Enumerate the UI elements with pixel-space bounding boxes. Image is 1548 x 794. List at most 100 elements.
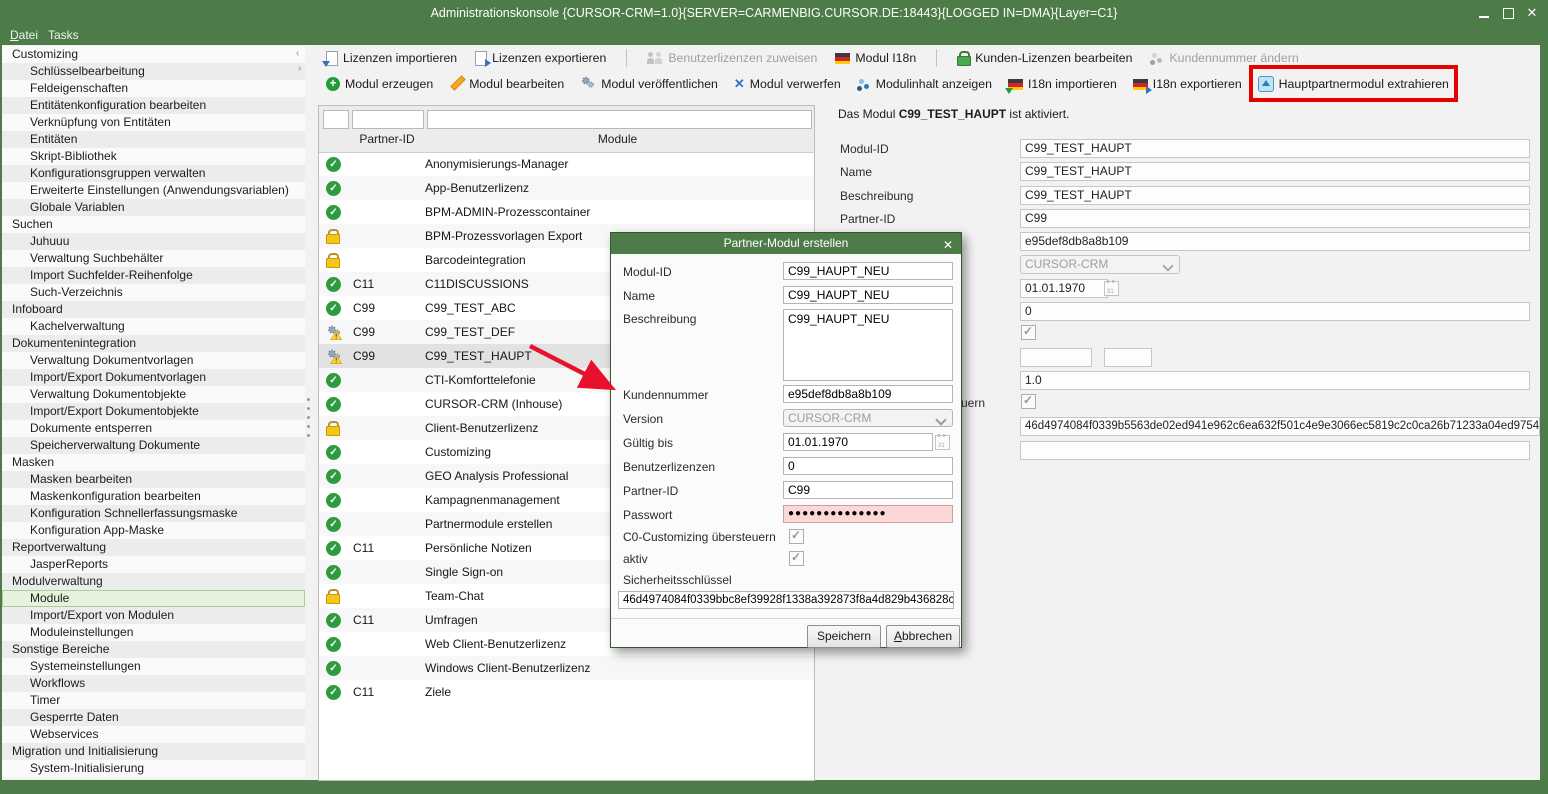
table-row[interactable]: Anonymisierungs-Manager <box>319 152 814 176</box>
filter-input-status[interactable] <box>323 110 349 129</box>
toolbar-modulinhalt-anzeigen[interactable]: Modulinhalt anzeigen <box>857 77 992 91</box>
sidebar-item-workflows[interactable]: Workflows <box>2 675 305 692</box>
field-gueltig-bis[interactable]: 01.01.1970 <box>1020 279 1108 298</box>
sidebar-item-importexport-module[interactable]: Import/Export von Modulen <box>2 607 305 624</box>
checkbox-checked-icon[interactable] <box>1021 325 1036 340</box>
field-modul-id[interactable]: C99_TEST_HAUPT <box>1020 139 1530 158</box>
checkbox-checked-icon[interactable] <box>1021 394 1036 409</box>
menu-datei[interactable]: Datei <box>6 26 42 45</box>
field-empty[interactable] <box>1020 441 1530 460</box>
field-beschreibung[interactable]: C99_TEST_HAUPT <box>1020 186 1530 205</box>
sidebar-item-moduleinstellungen[interactable]: Moduleinstellungen <box>2 624 305 641</box>
field-partner-id[interactable]: C99 <box>1020 209 1530 228</box>
sidebar-item-konfiguration-app-maske[interactable]: Konfiguration App-Maske <box>2 522 305 539</box>
splitter-handle[interactable] <box>307 434 310 437</box>
filter-input-partner-id[interactable] <box>352 110 424 129</box>
sidebar-item-masken-bearbeiten[interactable]: Masken bearbeiten <box>2 471 305 488</box>
sidebar-item-speicherverwaltung[interactable]: Speicherverwaltung Dokumente <box>2 437 305 454</box>
field-time-empty[interactable] <box>1104 348 1152 367</box>
minimize-button[interactable] <box>1476 5 1492 21</box>
table-row[interactable]: C11Ziele <box>319 680 814 704</box>
dialog-field-sicherheitsschluessel[interactable]: 46d4974084f0339bbc8ef39928f1338a392873f8… <box>618 591 954 609</box>
save-button[interactable]: Speichern <box>807 625 881 648</box>
sidebar-item-jasperreports[interactable]: JasperReports <box>2 556 305 573</box>
sidebar-item-feldeigenschaften[interactable]: Feldeigenschaften <box>2 80 305 97</box>
sidebar-item-verknuepfung-entitaeten[interactable]: Verknüpfung von Entitäten <box>2 114 305 131</box>
toolbar-kunden-lizenzen-bearbeiten[interactable]: Kunden-Lizenzen bearbeiten <box>957 51 1132 66</box>
toolbar-modul-verwerfen[interactable]: Modul verwerfen <box>734 77 841 91</box>
column-header-module[interactable]: Module <box>425 132 810 146</box>
field-name[interactable]: C99_TEST_HAUPT <box>1020 162 1530 181</box>
sidebar-item-konfigurationsgruppen[interactable]: Konfigurationsgruppen verwalten <box>2 165 305 182</box>
toolbar-modul-i18n[interactable]: Modul I18n <box>835 51 916 65</box>
calendar-icon[interactable] <box>935 435 950 450</box>
sidebar-item-skript-bibliothek[interactable]: Skript-Bibliothek <box>2 148 305 165</box>
collapse-right-icon[interactable]: › <box>298 63 301 74</box>
table-row[interactable]: Windows Client-Benutzerlizenz <box>319 656 814 680</box>
sidebar-item-timer[interactable]: Timer <box>2 692 305 709</box>
collapse-left-icon[interactable]: ‹ <box>296 48 299 59</box>
sidebar-item-migration[interactable]: Migration und Initialisierung <box>2 743 305 760</box>
dialog-field-partner-id[interactable]: C99 <box>783 481 953 499</box>
sidebar-item-such-verzeichnis[interactable]: Such-Verzeichnis <box>2 284 305 301</box>
sidebar-item-konfiguration-schnellerfassung[interactable]: Konfiguration Schnellerfassungsmaske <box>2 505 305 522</box>
dialog-field-beschreibung[interactable]: C99_HAUPT_NEU <box>783 309 953 381</box>
sidebar-item-systemeinstellungen[interactable]: Systemeinstellungen <box>2 658 305 675</box>
column-header-partner-id[interactable]: Partner-ID <box>349 132 425 146</box>
sidebar-item-dokumentenintegration[interactable]: Dokumentenintegration <box>2 335 305 352</box>
sidebar-item-importexport-dokumentvorlagen[interactable]: Import/Export Dokumentvorlagen <box>2 369 305 386</box>
sidebar-item-suchen[interactable]: Suchen <box>2 216 305 233</box>
dialog-titlebar[interactable]: Partner-Modul erstellen✕ <box>611 233 961 254</box>
dialog-field-name[interactable]: C99_HAUPT_NEU <box>783 286 953 304</box>
close-button[interactable]: ✕ <box>1524 5 1540 21</box>
sidebar-item-maskenkonfiguration[interactable]: Maskenkonfiguration bearbeiten <box>2 488 305 505</box>
field-versionsnummer[interactable]: 1.0 <box>1020 371 1530 390</box>
filter-input-module[interactable] <box>427 110 812 129</box>
sidebar-item-kachelverwaltung[interactable]: Kachelverwaltung <box>2 318 305 335</box>
sidebar-item-module[interactable]: Module <box>2 590 305 607</box>
sidebar-item-infoboard[interactable]: Infoboard <box>2 301 305 318</box>
sidebar-item-modulverwaltung[interactable]: Modulverwaltung <box>2 573 305 590</box>
close-icon[interactable]: ✕ <box>943 235 953 256</box>
toolbar-i18n-importieren[interactable]: I18n importieren <box>1008 77 1117 91</box>
sidebar-item-system-initialisierung[interactable]: System-Initialisierung <box>2 760 305 777</box>
sidebar-item-customizing[interactable]: Customizing <box>2 46 305 63</box>
sidebar-item-verwaltung-suchbehaelter[interactable]: Verwaltung Suchbehälter <box>2 250 305 267</box>
sidebar-item-dokumente-entsperren[interactable]: Dokumente entsperren <box>2 420 305 437</box>
dialog-field-passwort[interactable]: ●●●●●●●●●●●●●● <box>783 505 953 523</box>
sidebar-item-entitaetenkonfiguration[interactable]: Entitätenkonfiguration bearbeiten <box>2 97 305 114</box>
sidebar-item-juhuuu[interactable]: Juhuuu <box>2 233 305 250</box>
toolbar-hauptpartnermodul-extrahieren[interactable]: Hauptpartnermodul extrahieren <box>1258 76 1449 92</box>
splitter-handle[interactable] <box>307 407 310 410</box>
sidebar-item-masken[interactable]: Masken <box>2 454 305 471</box>
sidebar-item-sonstige-bereiche[interactable]: Sonstige Bereiche <box>2 641 305 658</box>
sidebar-item-reportverwaltung[interactable]: Reportverwaltung <box>2 539 305 556</box>
dialog-field-gueltig-bis[interactable]: 01.01.1970 <box>783 433 933 451</box>
splitter-handle[interactable] <box>307 425 310 428</box>
field-date-empty[interactable] <box>1020 348 1092 367</box>
table-row[interactable]: BPM-ADMIN-Prozesscontainer <box>319 200 814 224</box>
field-sicherheitsschluessel[interactable]: 46d4974084f0339b5563de02ed941e962c6ea632… <box>1020 417 1540 436</box>
sidebar-item-entitaeten[interactable]: Entitäten <box>2 131 305 148</box>
toolbar-lizenzen-exportieren[interactable]: Lizenzen exportieren <box>475 51 606 66</box>
sidebar-item-schluesselbearbeitung[interactable]: Schlüsselbearbeitung <box>2 63 305 80</box>
sidebar-item-importexport-dokumentobjekte[interactable]: Import/Export Dokumentobjekte <box>2 403 305 420</box>
sidebar-item-webservices[interactable]: Webservices <box>2 726 305 743</box>
dialog-field-modul-id[interactable]: C99_HAUPT_NEU <box>783 262 953 280</box>
sidebar-item-import-suchfelder[interactable]: Import Suchfelder-Reihenfolge <box>2 267 305 284</box>
cancel-button[interactable]: Abbrechen <box>886 625 960 648</box>
splitter-handle[interactable] <box>307 416 310 419</box>
menu-tasks[interactable]: Tasks <box>44 26 83 45</box>
toolbar-modul-erzeugen[interactable]: Modul erzeugen <box>326 77 433 91</box>
sidebar-item-globale-variablen[interactable]: Globale Variablen <box>2 199 305 216</box>
dialog-field-benutzerlizenzen[interactable]: 0 <box>783 457 953 475</box>
maximize-button[interactable] <box>1500 5 1516 21</box>
toolbar-modul-bearbeiten[interactable]: Modul bearbeiten <box>449 77 564 92</box>
toolbar-i18n-exportieren[interactable]: I18n exportieren <box>1133 77 1242 91</box>
field-kundennummer[interactable]: e95def8db8a8b109 <box>1020 232 1530 251</box>
sidebar-item-gesperrte-daten[interactable]: Gesperrte Daten <box>2 709 305 726</box>
dialog-field-kundennummer[interactable]: e95def8db8a8b109 <box>783 385 953 403</box>
toolbar-lizenzen-importieren[interactable]: Lizenzen importieren <box>326 51 457 66</box>
sidebar-item-verwaltung-dokumentobjekte[interactable]: Verwaltung Dokumentobjekte <box>2 386 305 403</box>
calendar-icon[interactable] <box>1104 281 1119 296</box>
